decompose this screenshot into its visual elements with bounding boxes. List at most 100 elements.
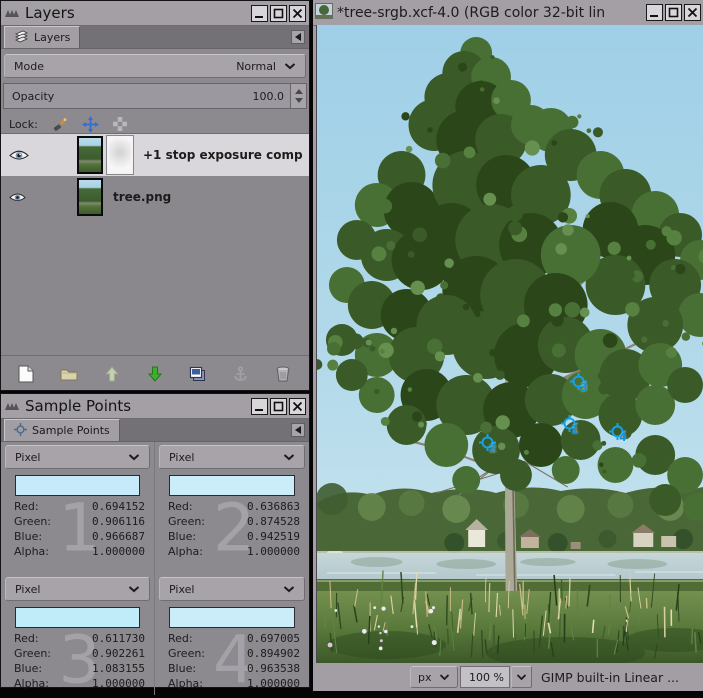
sample-point-number: 1: [571, 423, 579, 436]
opacity-spinner[interactable]: [290, 84, 306, 108]
maximize-button[interactable]: [270, 398, 287, 415]
sample-point-number: 4: [619, 431, 627, 444]
green-label: Green:: [168, 514, 205, 529]
sample-mode-dropdown[interactable]: Pixel: [159, 445, 305, 469]
tab-layers[interactable]: Layers: [4, 26, 80, 48]
opacity-label: Opacity: [12, 90, 54, 103]
alpha-value: 1.000000: [92, 544, 145, 559]
tab-sample-points[interactable]: Sample Points: [4, 419, 120, 441]
zoom-dropdown-button[interactable]: [511, 666, 532, 688]
mode-value: Normal: [236, 60, 276, 73]
layer-mask-thumbnail[interactable]: [107, 136, 133, 174]
raise-layer-button[interactable]: [100, 362, 124, 386]
minimize-button[interactable]: [251, 5, 268, 22]
sample-point-marker[interactable]: 4: [609, 423, 626, 440]
lower-layer-button[interactable]: [143, 362, 167, 386]
red-value: 0.697005: [247, 631, 300, 646]
anchor-layer-button[interactable]: [229, 362, 253, 386]
green-value: 0.906116: [92, 514, 145, 529]
red-value: 0.694152: [92, 499, 145, 514]
sample-mode-value: Pixel: [15, 583, 40, 596]
sample-point-marker[interactable]: 2: [479, 434, 496, 451]
alpha-value: 1.000000: [92, 676, 145, 691]
blue-label: Blue:: [168, 529, 196, 544]
sample-points-dialog: Sample Points Sample Points Pixel 1 Red:…: [0, 393, 310, 688]
red-label: Red:: [14, 631, 39, 646]
blue-value: 0.963538: [247, 661, 300, 676]
lock-position-button[interactable]: [82, 116, 99, 133]
tree-photo: .g1{fill:#2b4719}.g2{fill:#3a5a28}.g3{fi…: [317, 25, 703, 663]
close-button[interactable]: [684, 4, 701, 21]
new-group-button[interactable]: [57, 362, 81, 386]
chevron-down-icon: [283, 454, 295, 461]
layers-dialog: Layers Layers Mode Normal Opacity 100.0 …: [0, 0, 310, 391]
zoom-value: 100 %: [469, 671, 504, 684]
visibility-eye-icon[interactable]: [9, 149, 35, 162]
sample-point-marker[interactable]: 3: [570, 373, 587, 390]
image-titlebar[interactable]: *tree-srgb.xcf-4.0 (RGB color 32-bit lin: [313, 0, 703, 26]
sample-point-icon: [14, 423, 27, 439]
green-label: Green:: [14, 514, 51, 529]
sample-mode-dropdown[interactable]: Pixel: [5, 445, 150, 469]
layer-thumbnail[interactable]: [77, 178, 103, 216]
sample-mode-value: Pixel: [15, 451, 40, 464]
red-label: Red:: [168, 499, 193, 514]
opacity-slider[interactable]: Opacity 100.0: [3, 83, 307, 109]
mode-dropdown[interactable]: Mode Normal: [4, 54, 306, 78]
tab-menu-button[interactable]: [291, 423, 305, 437]
layer-row[interactable]: +1 stop exposure comp: [1, 134, 309, 176]
duplicate-layer-button[interactable]: [186, 362, 210, 386]
maximize-button[interactable]: [270, 5, 287, 22]
unit-dropdown[interactable]: px: [410, 666, 458, 688]
zoom-input[interactable]: 100 %: [460, 666, 510, 688]
alpha-label: Alpha:: [14, 676, 49, 691]
dock-wave-icon: [4, 399, 21, 414]
lock-pixels-button[interactable]: [52, 116, 68, 132]
chevron-down-icon: [128, 586, 140, 593]
close-button[interactable]: [289, 398, 306, 415]
red-value: 0.611730: [92, 631, 145, 646]
layer-thumbnail[interactable]: [77, 136, 103, 174]
image-window-title: *tree-srgb.xcf-4.0 (RGB color 32-bit lin: [337, 5, 642, 21]
layer-name[interactable]: tree.png: [113, 190, 171, 204]
alpha-label: Alpha:: [168, 676, 203, 691]
chevron-down-icon: [439, 674, 450, 681]
maximize-button[interactable]: [665, 4, 682, 21]
dock-wave-icon: [4, 6, 21, 21]
lock-alpha-button[interactable]: [113, 117, 127, 131]
alpha-label: Alpha:: [14, 544, 49, 559]
minimize-button[interactable]: [251, 398, 268, 415]
sample-point-number: 3: [580, 381, 588, 394]
green-value: 0.894902: [247, 646, 300, 661]
red-label: Red:: [168, 631, 193, 646]
green-label: Green:: [14, 646, 51, 661]
layers-stack-icon: [14, 30, 29, 46]
visibility-eye-icon[interactable]: [9, 192, 35, 203]
new-layer-button[interactable]: [14, 362, 38, 386]
image-canvas[interactable]: .g1{fill:#2b4719}.g2{fill:#3a5a28}.g3{fi…: [316, 25, 703, 663]
sample-mode-value: Pixel: [169, 583, 194, 596]
sample-mode-value: Pixel: [169, 451, 194, 464]
red-label: Red:: [14, 499, 39, 514]
green-value: 0.902261: [92, 646, 145, 661]
tab-menu-button[interactable]: [291, 30, 305, 44]
layer-list[interactable]: +1 stop exposure comp tree.png: [1, 133, 309, 356]
blue-label: Blue:: [14, 529, 42, 544]
chevron-down-icon: [284, 63, 296, 70]
chevron-down-icon: [128, 454, 140, 461]
close-button[interactable]: [289, 5, 306, 22]
minimize-button[interactable]: [646, 4, 663, 21]
sample-point-marker[interactable]: 1: [561, 415, 578, 432]
opacity-value: 100.0: [253, 90, 285, 103]
sample-mode-dropdown[interactable]: Pixel: [5, 577, 150, 601]
delete-layer-button[interactable]: [271, 362, 295, 386]
lock-label: Lock:: [9, 118, 38, 131]
status-bar: px 100 % GIMP built-in Linear ...: [313, 663, 703, 691]
sample-mode-dropdown[interactable]: Pixel: [159, 577, 305, 601]
tab-label: Sample Points: [32, 424, 110, 437]
blue-label: Blue:: [168, 661, 196, 676]
layer-row[interactable]: tree.png: [1, 176, 309, 218]
layers-titlebar[interactable]: Layers: [1, 1, 309, 26]
sample-points-titlebar[interactable]: Sample Points: [1, 394, 309, 419]
layer-name[interactable]: +1 stop exposure comp: [143, 148, 303, 162]
